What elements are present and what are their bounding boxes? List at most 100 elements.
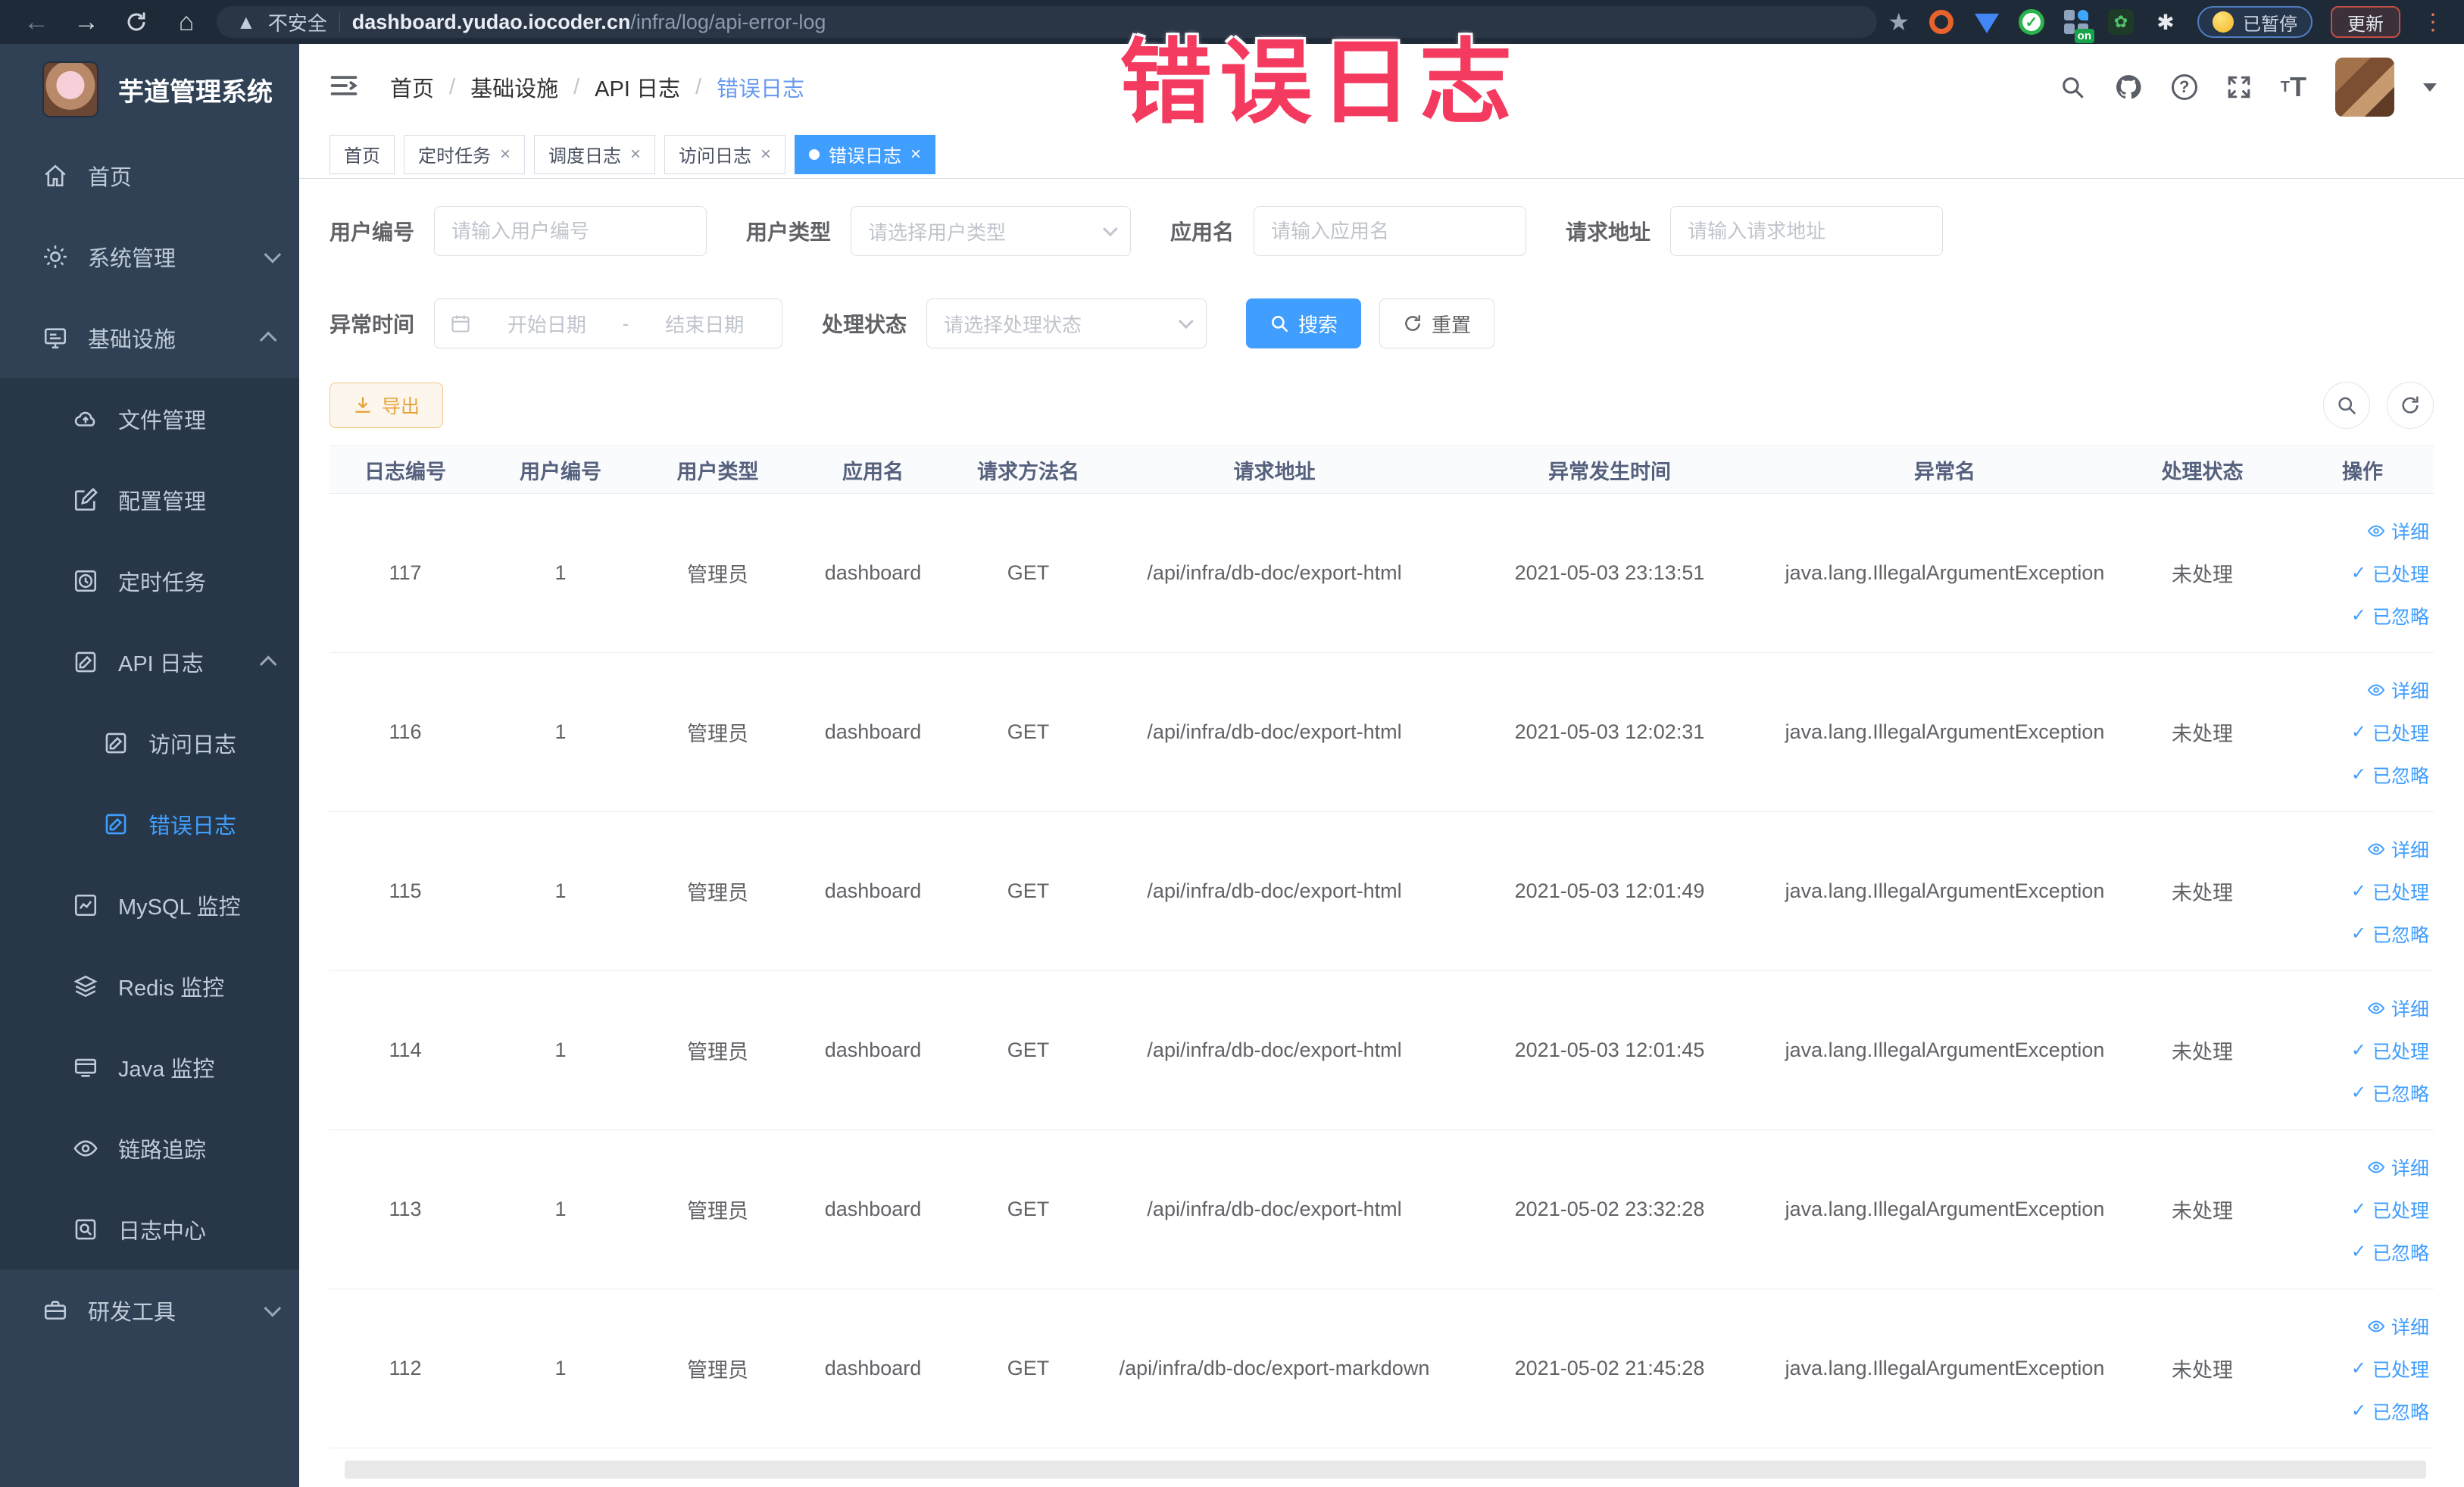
github-icon[interactable]: [2114, 73, 2143, 102]
mark-processed-link[interactable]: ✓ 已处理: [2351, 719, 2429, 746]
close-icon[interactable]: ×: [630, 144, 641, 165]
sidebar-logo-row[interactable]: 芋道管理系统: [0, 44, 299, 135]
cell-process-status: 未处理: [2172, 1200, 2233, 1223]
detail-link[interactable]: 详细: [2367, 836, 2429, 863]
filter-row-2: 异常时间 开始日期 - 结束日期 处理状态 请选择处理状态 搜索 重置: [329, 298, 2434, 348]
extension-icon-sprout[interactable]: ✿: [2108, 9, 2134, 35]
paused-extension-button[interactable]: 已暂停: [2197, 6, 2313, 38]
refresh-icon: [1405, 315, 1420, 331]
breadcrumb-api-log[interactable]: API 日志: [595, 71, 680, 103]
cell-process-status: 未处理: [2172, 882, 2233, 904]
check-icon: ✓: [2350, 923, 2366, 944]
mark-ignored-link[interactable]: ✓ 已忽略: [2351, 1079, 2429, 1107]
cell-process-status: 未处理: [2172, 564, 2233, 586]
user-id-input[interactable]: [434, 206, 707, 256]
mark-ignored-link[interactable]: ✓ 已忽略: [2351, 1398, 2429, 1425]
exception-time-range-picker[interactable]: 开始日期 - 结束日期: [434, 298, 783, 348]
extension-puzzle-icon[interactable]: ✱: [2152, 8, 2179, 36]
cell-exception-name: java.lang.IllegalArgumentException: [1785, 720, 2105, 743]
app-name-input[interactable]: [1254, 206, 1527, 256]
sidebar-item-infrastructure[interactable]: 基础设施: [0, 297, 299, 378]
header-search-icon[interactable]: [2060, 74, 2085, 100]
browser-menu-icon[interactable]: ⋮: [2419, 9, 2447, 36]
browser-home-icon[interactable]: ⌂: [167, 2, 206, 42]
close-icon[interactable]: ×: [760, 144, 771, 165]
browser-update-button[interactable]: 更新: [2331, 6, 2400, 38]
cell-user-id: 1: [554, 1039, 567, 1061]
extension-icon-orange[interactable]: [1928, 8, 1955, 36]
extension-icon-shield[interactable]: [1973, 8, 2000, 36]
mark-ignored-link[interactable]: ✓ 已忽略: [2351, 920, 2429, 948]
help-icon[interactable]: ?: [2171, 74, 2197, 100]
sidebar-item-log-center[interactable]: 日志中心: [0, 1189, 299, 1270]
extension-icon-grid[interactable]: on: [2063, 8, 2094, 43]
tab-schedule-log[interactable]: 调度日志 ×: [534, 134, 656, 174]
sidebar-item-home[interactable]: 首页: [0, 135, 299, 216]
chevron-down-icon: [264, 245, 282, 263]
font-size-icon[interactable]: TT: [2281, 71, 2306, 103]
address-bar[interactable]: ▲ 不安全 dashboard.yudao.iocoder.cn/infra/l…: [217, 6, 1878, 38]
bookmark-star-icon[interactable]: ★: [1888, 8, 1910, 36]
sidebar-item-tracing[interactable]: 链路追踪: [0, 1107, 299, 1189]
caret-down-icon[interactable]: [2423, 83, 2437, 92]
close-icon[interactable]: ×: [500, 144, 511, 165]
detail-link[interactable]: 详细: [2367, 1313, 2429, 1340]
refresh-table-button[interactable]: [2387, 382, 2434, 429]
tab-error-log[interactable]: 错误日志 ×: [795, 134, 936, 174]
sidebar-item-file-mgmt[interactable]: 文件管理: [0, 378, 299, 459]
browser-forward-icon[interactable]: →: [67, 2, 106, 42]
browser-reload-icon[interactable]: [117, 2, 156, 42]
breadcrumb-infrastructure[interactable]: 基础设施: [470, 71, 558, 103]
mark-processed-link[interactable]: ✓ 已处理: [2351, 1037, 2429, 1064]
tab-home[interactable]: 首页: [329, 134, 395, 174]
table-row: 115 1 管理员 dashboard GET /api/infra/db-do…: [329, 812, 2434, 971]
browser-back-icon[interactable]: ←: [17, 2, 56, 42]
process-status-select[interactable]: 请选择处理状态: [926, 298, 1207, 348]
sidebar-item-config-mgmt[interactable]: 配置管理: [0, 459, 299, 540]
sidebar-collapse-icon[interactable]: [329, 73, 358, 102]
export-button[interactable]: 导出: [329, 383, 444, 428]
check-icon: ✓: [2350, 1199, 2366, 1220]
mark-processed-link[interactable]: ✓ 已处理: [2351, 1196, 2429, 1223]
horizontal-scrollbar[interactable]: [345, 1460, 2426, 1479]
toggle-search-button[interactable]: [2323, 382, 2370, 429]
mark-processed-link[interactable]: ✓ 已处理: [2351, 878, 2429, 905]
cell-log-id: 116: [389, 720, 422, 743]
reset-button[interactable]: 重置: [1379, 298, 1495, 348]
chevron-down-icon: [1178, 314, 1194, 330]
cell-app-name: dashboard: [824, 561, 922, 584]
request-url-input[interactable]: [1670, 206, 1944, 256]
tab-access-log[interactable]: 访问日志 ×: [664, 134, 786, 174]
cell-actions: 详细 ✓ 已处理 ✓ 已忽略: [2291, 836, 2434, 948]
breadcrumb-home[interactable]: 首页: [390, 71, 434, 103]
mark-processed-link[interactable]: ✓ 已处理: [2351, 1355, 2429, 1382]
mark-ignored-link[interactable]: ✓ 已忽略: [2351, 1239, 2429, 1266]
sidebar-item-mysql-monitor[interactable]: MySQL 监控: [0, 864, 299, 945]
avatar[interactable]: [2335, 58, 2394, 117]
search-icon: [1272, 316, 1288, 333]
fullscreen-icon[interactable]: [2226, 74, 2252, 100]
cell-exception-time: 2021-05-02 21:45:28: [1514, 1357, 1705, 1379]
user-type-select[interactable]: 请选择用户类型: [851, 206, 1132, 256]
close-icon[interactable]: ×: [910, 144, 921, 165]
sidebar-item-dev-tools[interactable]: 研发工具: [0, 1270, 299, 1351]
sidebar-item-scheduled-jobs[interactable]: 定时任务: [0, 540, 299, 621]
tab-scheduled-jobs[interactable]: 定时任务 ×: [404, 134, 526, 174]
mark-ignored-link[interactable]: ✓ 已忽略: [2351, 602, 2429, 629]
detail-link[interactable]: 详细: [2367, 517, 2429, 545]
sidebar-item-error-log[interactable]: 错误日志: [0, 783, 299, 864]
monitor-icon: [44, 327, 67, 348]
detail-link[interactable]: 详细: [2367, 995, 2429, 1022]
sidebar-item-java-monitor[interactable]: Java 监控: [0, 1026, 299, 1107]
mark-ignored-link[interactable]: ✓ 已忽略: [2351, 761, 2429, 789]
detail-link[interactable]: 详细: [2367, 676, 2429, 704]
eye-icon: [2367, 1320, 2385, 1332]
extension-icon-green-check[interactable]: ✓: [2019, 9, 2044, 35]
sidebar-item-access-log[interactable]: 访问日志: [0, 702, 299, 783]
detail-link[interactable]: 详细: [2367, 1154, 2429, 1181]
search-button[interactable]: 搜索: [1246, 298, 1362, 348]
sidebar-item-redis-monitor[interactable]: Redis 监控: [0, 945, 299, 1026]
sidebar-item-api-log[interactable]: API 日志: [0, 621, 299, 702]
sidebar-item-system-mgmt[interactable]: 系统管理: [0, 216, 299, 297]
mark-processed-link[interactable]: ✓ 已处理: [2351, 560, 2429, 587]
